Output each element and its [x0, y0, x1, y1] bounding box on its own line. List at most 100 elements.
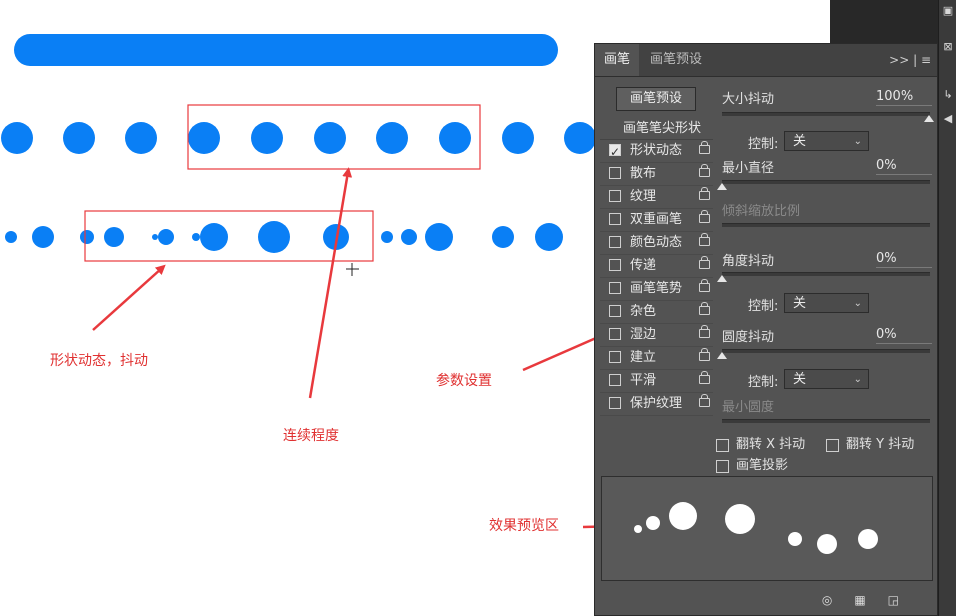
- control-select-3[interactable]: 关 ⌄: [784, 369, 869, 389]
- lock-icon[interactable]: [699, 141, 710, 154]
- brush-setting-checkbox[interactable]: [609, 190, 621, 202]
- brush-setting-item[interactable]: 保护纹理: [600, 393, 713, 416]
- dot: [192, 233, 200, 241]
- roundness-jitter-value[interactable]: 0%: [876, 326, 932, 344]
- size-jitter-knob[interactable]: [924, 115, 934, 122]
- brush-setting-checkbox[interactable]: [609, 397, 621, 409]
- eye-icon[interactable]: ◎: [822, 593, 854, 607]
- control-select-2[interactable]: 关 ⌄: [784, 293, 869, 313]
- brush-setting-item[interactable]: 画笔笔势: [600, 278, 713, 301]
- brush-setting-checkbox[interactable]: [609, 236, 621, 248]
- flip-x-box[interactable]: [716, 439, 729, 452]
- dot: [439, 122, 471, 154]
- dock-history-icon[interactable]: ↳: [941, 88, 955, 102]
- dot: [32, 226, 54, 248]
- control-label-3: 控制:: [748, 375, 779, 390]
- brush-setting-item[interactable]: 形状动态: [600, 140, 713, 163]
- roundness-jitter-knob[interactable]: [717, 352, 727, 359]
- brush-tip-shape-item[interactable]: 画笔笔尖形状: [600, 119, 713, 140]
- panel-menu-icon[interactable]: >> | ≡: [889, 44, 931, 76]
- flip-y-checkbox[interactable]: 翻转 Y 抖动: [826, 437, 914, 453]
- dot: [251, 122, 283, 154]
- tab-brush[interactable]: 画笔: [595, 44, 640, 76]
- brush-setting-checkbox[interactable]: [609, 374, 621, 386]
- flip-x-checkbox[interactable]: 翻转 X 抖动: [716, 437, 805, 453]
- dock-arrow-icon[interactable]: ◀: [941, 112, 955, 126]
- lock-icon[interactable]: [699, 348, 710, 361]
- dock-tool-icon[interactable]: ▣: [941, 4, 955, 18]
- brush-setting-item[interactable]: 纹理: [600, 186, 713, 209]
- min-diameter-slider[interactable]: [722, 180, 930, 184]
- dot: [314, 122, 346, 154]
- brush-setting-item[interactable]: 散布: [600, 163, 713, 186]
- new-brush-icon[interactable]: ◲: [888, 593, 921, 607]
- lock-icon[interactable]: [699, 164, 710, 177]
- brush-setting-item[interactable]: 杂色: [600, 301, 713, 324]
- tab-brush-presets[interactable]: 画笔预设: [641, 44, 711, 76]
- brush-setting-checkbox[interactable]: [609, 141, 621, 163]
- brush-setting-label: 散布: [630, 166, 657, 181]
- lock-icon[interactable]: [699, 210, 710, 223]
- preview-dot: [788, 532, 802, 546]
- brush-setting-item[interactable]: 颜色动态: [600, 232, 713, 255]
- dot: [63, 122, 95, 154]
- brush-presets-button[interactable]: 画笔预设: [616, 87, 696, 111]
- lock-icon[interactable]: [699, 302, 710, 315]
- dot: [376, 122, 408, 154]
- angle-jitter-slider[interactable]: [722, 272, 930, 276]
- brush-setting-checkbox[interactable]: [609, 213, 621, 225]
- brush-preview-area: [601, 476, 933, 581]
- dot: [564, 122, 596, 154]
- brush-setting-item[interactable]: 平滑: [600, 370, 713, 393]
- brush-setting-checkbox[interactable]: [609, 328, 621, 340]
- brush-setting-label: 保护纹理: [630, 396, 683, 411]
- brush-projection-label: 画笔投影: [736, 458, 789, 473]
- flip-y-box[interactable]: [826, 439, 839, 452]
- lock-icon[interactable]: [699, 233, 710, 246]
- crosshair-cursor-icon: [346, 263, 359, 276]
- brush-setting-label: 形状动态: [630, 143, 683, 158]
- brush-setting-label: 杂色: [630, 304, 657, 319]
- brush-projection-box[interactable]: [716, 460, 729, 473]
- arrow-continuity: [308, 167, 353, 399]
- min-roundness-slider: [722, 419, 930, 423]
- preview-dot: [725, 504, 755, 534]
- brush-setting-checkbox[interactable]: [609, 167, 621, 179]
- dot: [200, 223, 228, 251]
- brush-setting-item[interactable]: 双重画笔: [600, 209, 713, 232]
- dock-brush-icon[interactable]: ⊠: [941, 40, 955, 54]
- lock-icon[interactable]: [699, 187, 710, 200]
- lock-icon[interactable]: [699, 325, 710, 338]
- angle-jitter-value[interactable]: 0%: [876, 250, 932, 268]
- annotation-preview: 效果预览区: [489, 518, 559, 534]
- size-jitter-value[interactable]: 100%: [876, 88, 932, 106]
- brush-setting-label: 传递: [630, 258, 657, 273]
- dot: [5, 231, 17, 243]
- size-jitter-slider[interactable]: [722, 112, 930, 116]
- grid-icon[interactable]: ▦: [854, 593, 887, 607]
- lock-icon[interactable]: [699, 394, 710, 407]
- tilt-scale-label: 倾斜缩放比例: [722, 204, 801, 219]
- brush-setting-checkbox[interactable]: [609, 351, 621, 363]
- brush-setting-checkbox[interactable]: [609, 282, 621, 294]
- brush-setting-checkbox[interactable]: [609, 305, 621, 317]
- brush-setting-item[interactable]: 传递: [600, 255, 713, 278]
- angle-jitter-label: 角度抖动: [722, 254, 775, 269]
- lock-icon[interactable]: [699, 279, 710, 292]
- min-diameter-value[interactable]: 0%: [876, 157, 932, 175]
- brush-setting-item[interactable]: 湿边: [600, 324, 713, 347]
- control-label-1: 控制:: [748, 137, 779, 152]
- brush-setting-item[interactable]: 建立: [600, 347, 713, 370]
- control-select-1[interactable]: 关 ⌄: [784, 131, 869, 151]
- brush-setting-checkbox[interactable]: [609, 259, 621, 271]
- lock-icon[interactable]: [699, 256, 710, 269]
- min-diameter-knob[interactable]: [717, 183, 727, 190]
- dot: [535, 223, 563, 251]
- brush-projection-checkbox[interactable]: 画笔投影: [716, 458, 788, 474]
- roundness-jitter-slider[interactable]: [722, 349, 930, 353]
- dot: [258, 221, 290, 253]
- lock-icon[interactable]: [699, 371, 710, 384]
- control-select-1-value: 关: [793, 134, 807, 149]
- chevron-down-icon: ⌄: [853, 298, 862, 309]
- angle-jitter-knob[interactable]: [717, 275, 727, 282]
